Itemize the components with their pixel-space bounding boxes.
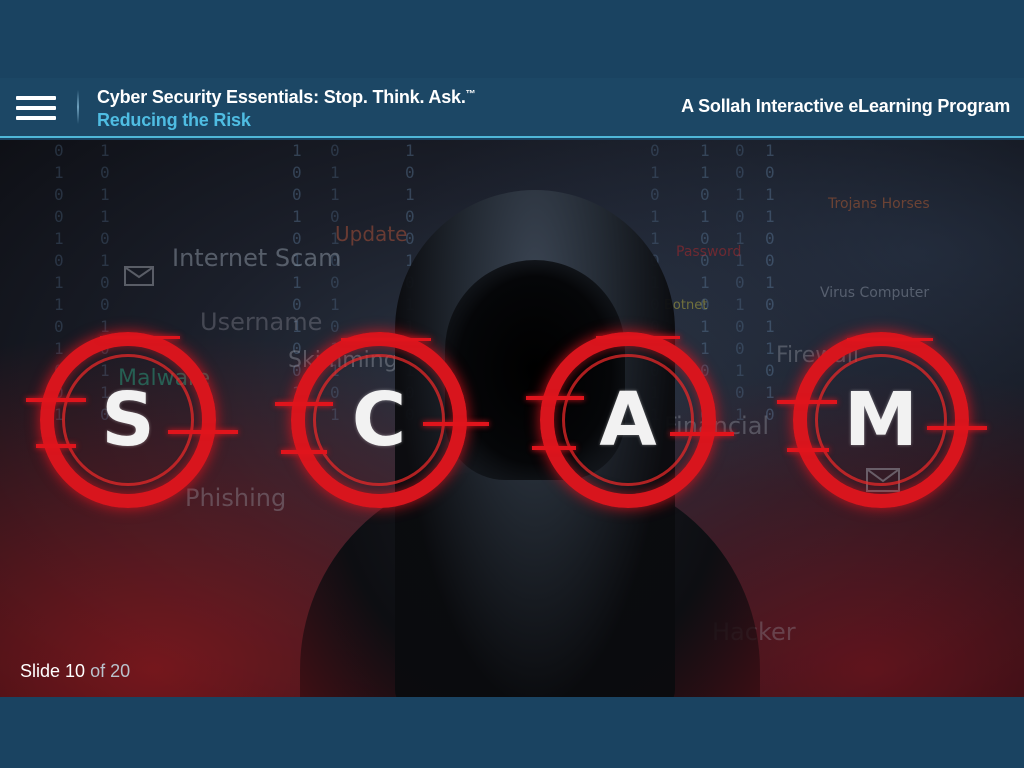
letter-text: C (351, 377, 407, 463)
scam-letter-s: S (26, 332, 238, 508)
player-header: Cyber Security Essentials: Stop. Think. … (0, 78, 1024, 138)
binary-column: 0010110100101 (735, 141, 745, 424)
binary-column: 1011001011010 (765, 141, 775, 424)
header-divider (77, 90, 79, 124)
bg-word: Trojans Horses (828, 196, 930, 212)
menu-bar (16, 116, 56, 120)
program-label: A Sollah Interactive eLearning Program (681, 96, 1010, 116)
hamburger-menu-icon[interactable] (16, 94, 58, 124)
bg-word: Password (676, 244, 742, 260)
section-title: Reducing the Risk (97, 110, 251, 130)
bg-word: Update (335, 222, 408, 246)
top-band (0, 0, 1024, 78)
menu-bar (16, 96, 56, 100)
letter-text: S (101, 377, 155, 463)
menu-bar (16, 106, 56, 110)
letter-text: A (599, 377, 657, 463)
scam-letter-c: C (275, 332, 489, 508)
course-title: Cyber Security Essentials: Stop. Think. … (97, 87, 476, 108)
envelope-icon (124, 266, 154, 286)
slide-counter-total: of 20 (90, 661, 131, 681)
scam-letter-m: M (777, 332, 987, 508)
course-title-text: Cyber Security Essentials: Stop. Think. … (97, 87, 466, 107)
bg-word: Virus Computer (820, 285, 930, 301)
slide-counter-current: 10 (65, 661, 86, 681)
slide-counter: Slide 10 of 20 (20, 661, 130, 682)
slide-counter-prefix: Slide (20, 661, 61, 681)
bottom-band (0, 697, 1024, 768)
elearning-player: Cyber Security Essentials: Stop. Think. … (0, 0, 1024, 768)
trademark-mark: ™ (465, 89, 476, 100)
bg-word: Internet Scam (172, 244, 342, 272)
scam-letter-a: A (526, 332, 734, 508)
slide-canvas: 0100101101001 1011010010110 100101101001… (0, 140, 1024, 697)
letter-text: M (844, 377, 918, 463)
